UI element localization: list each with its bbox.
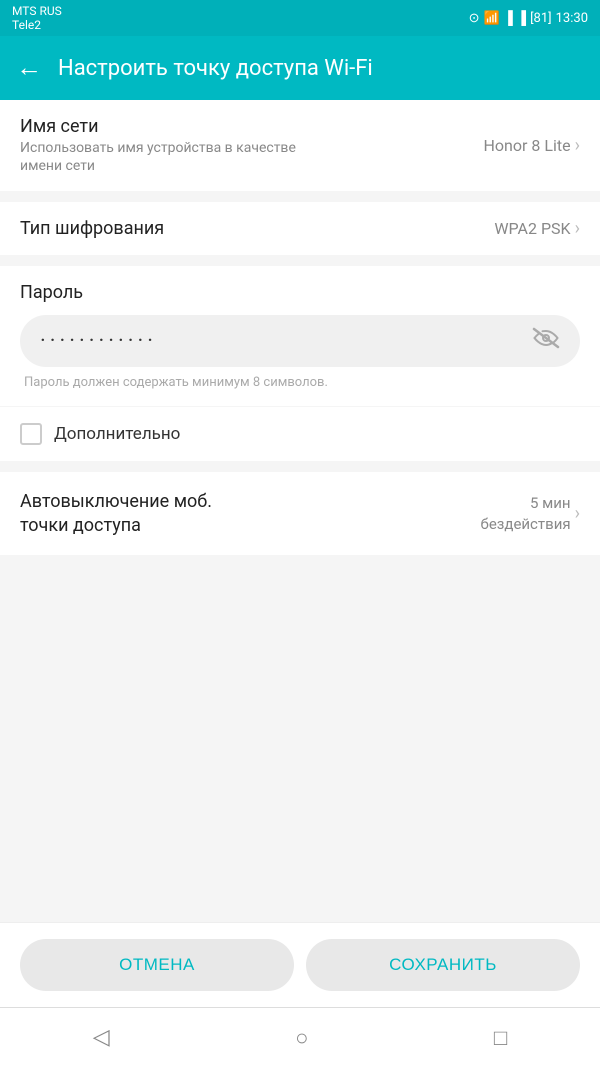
separator2	[0, 256, 600, 266]
signal1-icon: ▐	[504, 10, 513, 26]
chevron-right-icon: ›	[575, 503, 580, 524]
status-right: ⊙ 📶 ▐ ▐ [81] 13:30	[469, 10, 588, 26]
password-label: Пароль	[20, 282, 580, 303]
carrier1: MTS RUS	[12, 4, 62, 18]
password-input-row[interactable]: ············	[20, 315, 580, 367]
network-name-row[interactable]: Имя сети Использовать имя устройства в к…	[0, 100, 600, 191]
extra-label: Дополнительно	[54, 424, 180, 444]
separator1	[0, 192, 600, 202]
password-section: Пароль ············ Пароль должен содерж…	[0, 266, 600, 406]
network-name-value: Honor 8 Lite	[484, 136, 571, 155]
password-dots: ············	[40, 329, 532, 354]
separator3	[0, 461, 600, 471]
signal2-icon: ▐	[517, 10, 526, 26]
carrier-info: MTS RUS Tele2	[12, 4, 62, 33]
battery-icon: [81]	[530, 11, 552, 26]
extra-checkbox[interactable]	[20, 423, 42, 445]
network-name-label: Имя сети	[20, 116, 300, 137]
cancel-button[interactable]: ОТМЕНА	[20, 939, 294, 991]
bottom-buttons: ОТМЕНА СОХРАНИТЬ	[0, 922, 600, 1007]
header: ← Настроить точку доступа Wi-Fi	[0, 36, 600, 100]
auto-off-section: Автовыключение моб.точки доступа 5 минбе…	[0, 472, 600, 555]
network-name-sublabel: Использовать имя устройства в качестве и…	[20, 139, 300, 175]
time-display: 13:30	[556, 11, 588, 26]
password-hint: Пароль должен содержать минимум 8 символ…	[20, 375, 580, 390]
back-nav-icon[interactable]: ◁	[93, 1025, 110, 1050]
home-nav-icon[interactable]: ○	[295, 1025, 308, 1051]
status-bar: MTS RUS Tele2 ⊙ 📶 ▐ ▐ [81] 13:30	[0, 0, 600, 36]
page-title: Настроить точку доступа Wi-Fi	[58, 56, 373, 81]
nav-bar: ◁ ○ □	[0, 1007, 600, 1067]
encryption-label: Тип шифрования	[20, 218, 164, 239]
auto-off-row[interactable]: Автовыключение моб.точки доступа 5 минбе…	[0, 472, 600, 555]
chevron-right-icon: ›	[575, 135, 580, 156]
encryption-section: Тип шифрования WPA2 PSK ›	[0, 202, 600, 255]
auto-off-value: 5 минбездействия	[481, 493, 571, 535]
clock-icon: ⊙	[469, 11, 480, 26]
recent-nav-icon[interactable]: □	[494, 1025, 507, 1051]
encryption-row[interactable]: Тип шифрования WPA2 PSK ›	[0, 202, 600, 255]
extra-row[interactable]: Дополнительно	[0, 407, 600, 461]
eye-hidden-icon[interactable]	[532, 327, 560, 355]
auto-off-label: Автовыключение моб.точки доступа	[20, 490, 212, 537]
carrier2: Tele2	[12, 18, 62, 32]
network-name-section: Имя сети Использовать имя устройства в к…	[0, 100, 600, 191]
back-button[interactable]: ←	[16, 55, 42, 81]
save-button[interactable]: СОХРАНИТЬ	[306, 939, 580, 991]
content-area: Имя сети Использовать имя устройства в к…	[0, 100, 600, 922]
encryption-value: WPA2 PSK	[494, 219, 570, 238]
chevron-right-icon: ›	[575, 218, 580, 239]
wifi-icon: 📶	[483, 11, 499, 26]
